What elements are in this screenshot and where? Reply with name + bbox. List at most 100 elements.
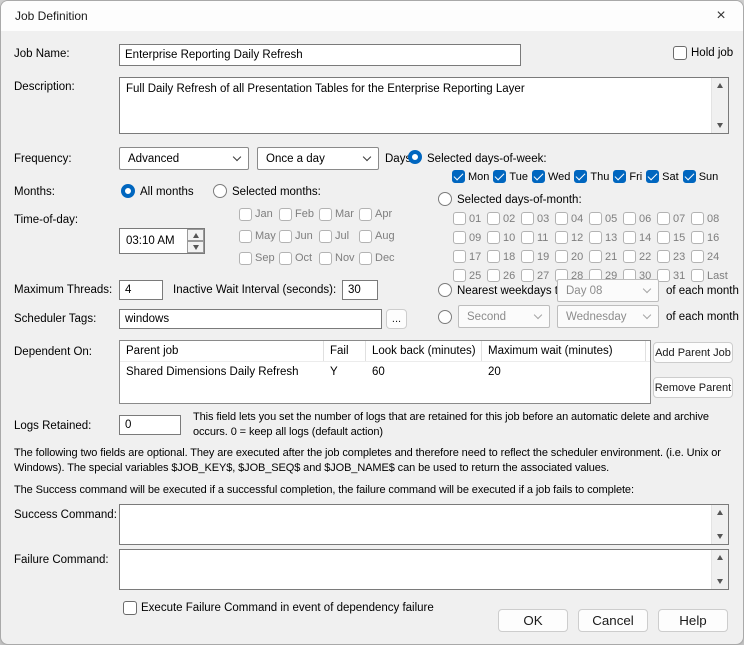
- day-of-month-checkbox[interactable]: 26: [487, 266, 521, 285]
- inactive-wait-input[interactable]: [342, 280, 378, 300]
- checkbox-icon: [359, 252, 372, 265]
- success-command-scrollbar[interactable]: [711, 505, 728, 544]
- scroll-down-button[interactable]: [712, 574, 729, 589]
- day-of-month-checkbox[interactable]: 17: [453, 247, 487, 266]
- selected-days-of-week-radio[interactable]: [408, 150, 422, 164]
- day-of-month-label: 10: [503, 232, 515, 244]
- selected-days-of-month-radio[interactable]: [438, 192, 452, 206]
- all-months-radio[interactable]: [121, 184, 135, 198]
- month-checkbox[interactable]: Aug: [359, 225, 399, 247]
- weekday-checkbox[interactable]: Tue: [493, 170, 528, 183]
- month-checkbox[interactable]: May: [239, 225, 279, 247]
- weekday-checkbox[interactable]: Sat: [646, 170, 679, 183]
- month-checkbox[interactable]: Jan: [239, 203, 279, 225]
- checkbox-icon: [589, 250, 602, 263]
- failure-command-textarea[interactable]: [119, 549, 729, 590]
- max-threads-input[interactable]: [119, 280, 163, 300]
- scroll-down-button[interactable]: [712, 118, 729, 133]
- day-of-month-checkbox[interactable]: 05: [589, 209, 623, 228]
- day-of-month-checkbox[interactable]: Last: [691, 266, 725, 285]
- month-checkbox[interactable]: Feb: [279, 203, 319, 225]
- day-of-month-checkbox[interactable]: 31: [657, 266, 691, 285]
- description-textarea[interactable]: Full Daily Refresh of all Presentation T…: [119, 77, 729, 134]
- day-of-month-checkbox[interactable]: 04: [555, 209, 589, 228]
- day-of-month-checkbox[interactable]: 15: [657, 228, 691, 247]
- ok-button[interactable]: OK: [498, 609, 568, 632]
- weekday-checkbox[interactable]: Mon: [452, 170, 489, 183]
- close-icon[interactable]: ×: [709, 4, 733, 28]
- month-checkbox[interactable]: Dec: [359, 247, 399, 269]
- nearest-day-select[interactable]: Day 08: [557, 279, 659, 302]
- success-command-textarea[interactable]: [119, 504, 729, 545]
- weekday-checkbox[interactable]: Sun: [683, 170, 719, 183]
- month-checkbox[interactable]: Sep: [239, 247, 279, 269]
- spin-down-button[interactable]: [187, 241, 204, 253]
- table-row[interactable]: Shared Dimensions Daily Refresh Y 60 20: [120, 362, 650, 382]
- failure-command-scrollbar[interactable]: [711, 550, 728, 589]
- day-of-month-checkbox[interactable]: 20: [555, 247, 589, 266]
- day-of-month-checkbox[interactable]: 10: [487, 228, 521, 247]
- day-of-month-checkbox[interactable]: 09: [453, 228, 487, 247]
- month-checkbox[interactable]: Mar: [319, 203, 359, 225]
- scroll-up-button[interactable]: [712, 505, 729, 520]
- day-of-month-checkbox[interactable]: 13: [589, 228, 623, 247]
- column-header[interactable]: Parent job: [120, 341, 324, 361]
- add-parent-job-button[interactable]: Add Parent Job: [653, 342, 733, 363]
- checkbox-icon: [279, 230, 292, 243]
- day-of-month-checkbox[interactable]: 03: [521, 209, 555, 228]
- month-checkbox[interactable]: Jun: [279, 225, 319, 247]
- column-header[interactable]: Look back (minutes): [366, 341, 482, 361]
- column-header[interactable]: Fail: [324, 341, 366, 361]
- weekday-checkbox[interactable]: Fri: [613, 170, 642, 183]
- day-of-month-checkbox[interactable]: 02: [487, 209, 521, 228]
- scroll-up-button[interactable]: [712, 78, 729, 93]
- chevron-down-icon: [643, 285, 651, 293]
- weekday-select[interactable]: Wednesday: [557, 305, 659, 328]
- day-of-month-checkbox[interactable]: 25: [453, 266, 487, 285]
- day-of-month-checkbox[interactable]: 08: [691, 209, 725, 228]
- description-scrollbar[interactable]: [711, 78, 728, 133]
- scroll-down-button[interactable]: [712, 529, 729, 544]
- checkbox-icon: [657, 212, 670, 225]
- cancel-button[interactable]: Cancel: [578, 609, 648, 632]
- spin-up-button[interactable]: [187, 229, 204, 241]
- day-of-month-checkbox[interactable]: 14: [623, 228, 657, 247]
- logs-retained-input[interactable]: [119, 415, 181, 435]
- ordinal-select[interactable]: Second: [458, 305, 550, 328]
- weekday-checkbox[interactable]: Wed: [532, 170, 570, 183]
- dependency-failure-checkbox[interactable]: Execute Failure Command in event of depe…: [123, 601, 434, 615]
- chevron-down-icon: [643, 311, 651, 319]
- day-of-month-checkbox[interactable]: 24: [691, 247, 725, 266]
- day-of-month-checkbox[interactable]: 21: [589, 247, 623, 266]
- day-of-month-checkbox[interactable]: 27: [521, 266, 555, 285]
- month-checkbox[interactable]: Nov: [319, 247, 359, 269]
- day-of-month-checkbox[interactable]: 11: [521, 228, 555, 247]
- ordinal-weekday-radio[interactable]: [438, 310, 452, 324]
- scroll-up-button[interactable]: [712, 550, 729, 565]
- weekday-checkbox[interactable]: Thu: [574, 170, 609, 183]
- month-checkbox[interactable]: Jul: [319, 225, 359, 247]
- day-of-month-checkbox[interactable]: 23: [657, 247, 691, 266]
- month-checkbox[interactable]: Oct: [279, 247, 319, 269]
- month-checkbox[interactable]: Apr: [359, 203, 399, 225]
- scheduler-tags-browse-button[interactable]: ...: [386, 309, 407, 329]
- time-of-day-spinner[interactable]: 03:10 AM: [119, 228, 205, 254]
- help-button[interactable]: Help: [658, 609, 728, 632]
- day-of-month-checkbox[interactable]: 16: [691, 228, 725, 247]
- nearest-weekdays-radio[interactable]: [438, 283, 452, 297]
- day-of-month-checkbox[interactable]: 06: [623, 209, 657, 228]
- frequency-select[interactable]: Advanced: [119, 147, 249, 170]
- selected-months-radio[interactable]: [213, 184, 227, 198]
- hold-job-checkbox[interactable]: Hold job: [673, 46, 733, 60]
- day-of-month-checkbox[interactable]: 12: [555, 228, 589, 247]
- day-of-month-checkbox[interactable]: 22: [623, 247, 657, 266]
- day-of-month-checkbox[interactable]: 18: [487, 247, 521, 266]
- job-name-input[interactable]: [119, 44, 521, 66]
- day-of-month-checkbox[interactable]: 07: [657, 209, 691, 228]
- remove-parent-button[interactable]: Remove Parent: [653, 377, 733, 398]
- day-of-month-checkbox[interactable]: 01: [453, 209, 487, 228]
- scheduler-tags-input[interactable]: [119, 309, 382, 329]
- column-header[interactable]: Maximum wait (minutes): [482, 341, 646, 361]
- day-of-month-checkbox[interactable]: 19: [521, 247, 555, 266]
- frequency-interval-select[interactable]: Once a day: [257, 147, 379, 170]
